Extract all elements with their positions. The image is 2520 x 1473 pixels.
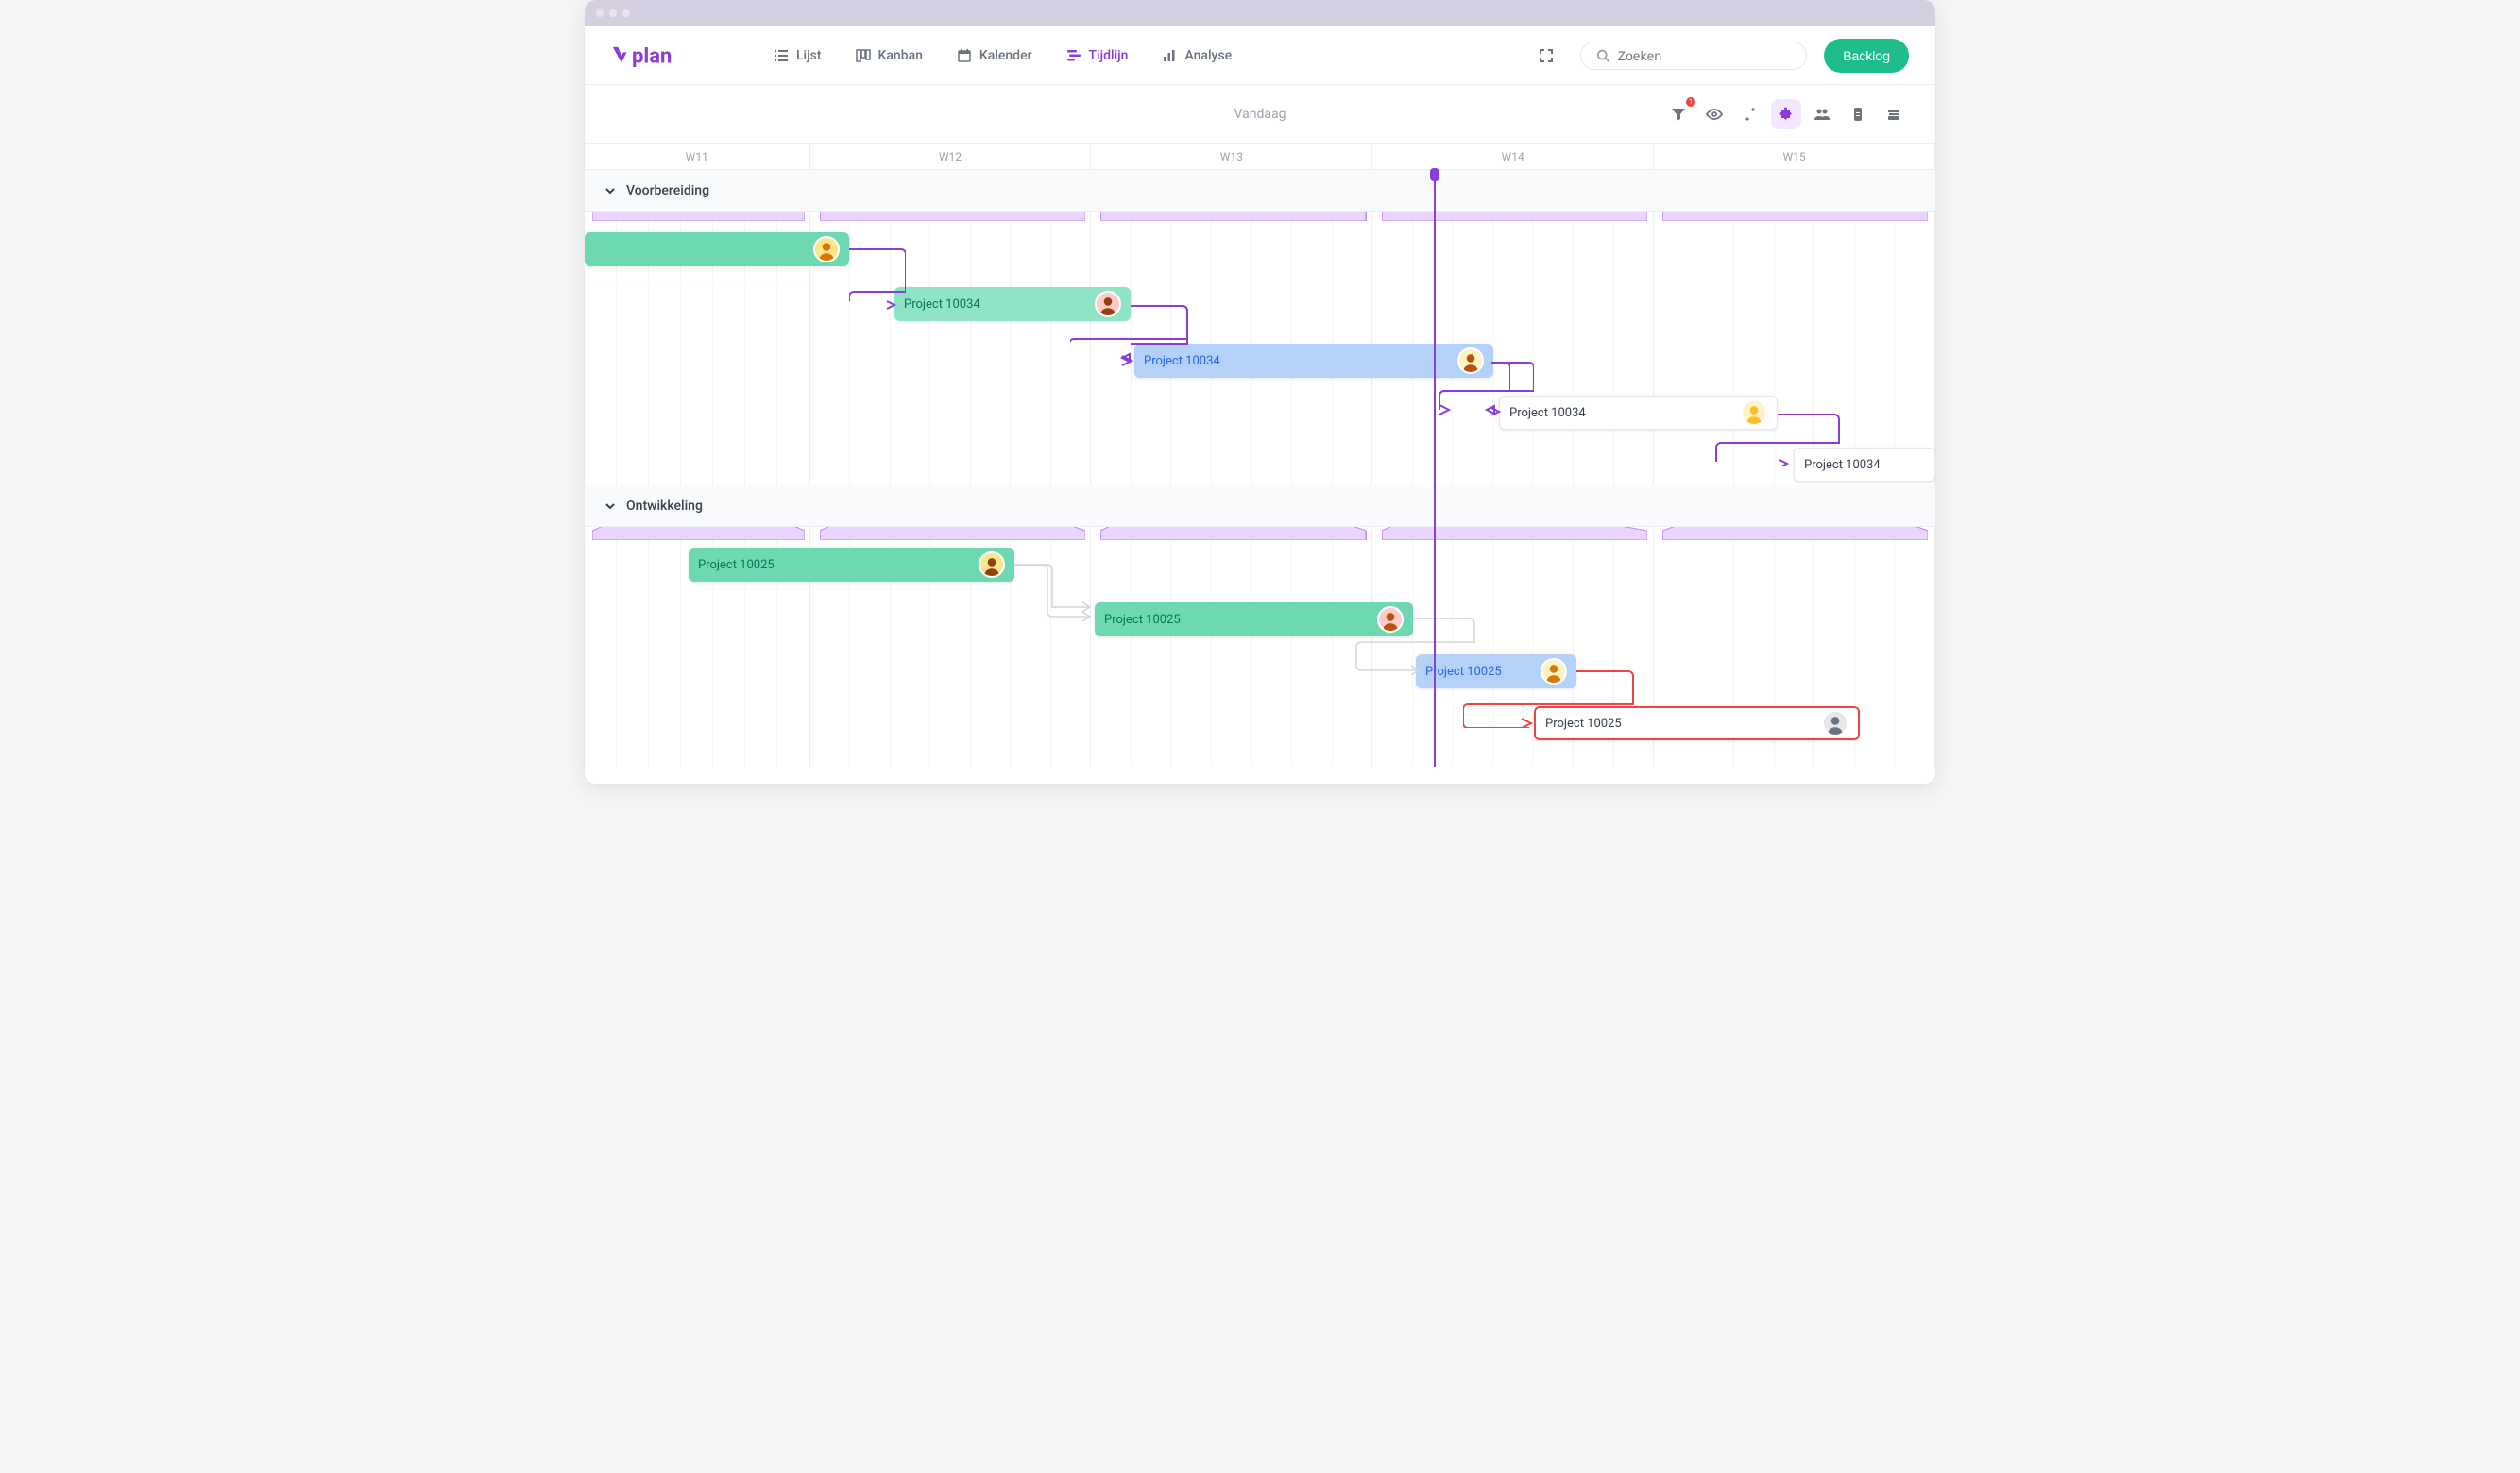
window-minimize-icon[interactable] xyxy=(609,9,617,17)
avatar xyxy=(1741,399,1767,426)
filter-badge: 1 xyxy=(1686,97,1695,107)
week-col-w13: W13 xyxy=(1091,144,1372,169)
group-header-ontwikkeling[interactable]: Ontwikkeling xyxy=(585,485,1935,527)
avatar xyxy=(1822,710,1848,736)
filter-icon xyxy=(1671,107,1686,122)
task-bar[interactable]: Project 10025 xyxy=(1534,706,1860,740)
task-label: Project 10034 xyxy=(904,297,980,312)
task-bar[interactable]: Project 10025 xyxy=(689,548,1014,582)
backlog-button[interactable]: Backlog xyxy=(1824,39,1909,73)
task-bar[interactable]: Project 10034 xyxy=(1499,396,1778,430)
group-title: Voorbereiding xyxy=(626,183,709,198)
toolbar: Vandaag 1 xyxy=(585,85,1935,144)
kanban-icon xyxy=(856,48,871,63)
avatar xyxy=(813,236,840,262)
nav-timeline[interactable]: Tijdlijn xyxy=(1053,41,1142,71)
nav-kanban[interactable]: Kanban xyxy=(843,41,936,71)
window-maximize-icon[interactable] xyxy=(622,9,630,17)
week-col-w12: W12 xyxy=(810,144,1092,169)
task-connector xyxy=(1014,560,1099,621)
filter-button[interactable]: 1 xyxy=(1663,99,1694,129)
avatar xyxy=(1377,606,1404,633)
visibility-button[interactable] xyxy=(1699,99,1729,129)
avatar xyxy=(1541,658,1567,685)
resource-icon xyxy=(1851,107,1864,122)
list-icon xyxy=(774,48,789,63)
archive-icon xyxy=(1886,107,1901,122)
task-bar[interactable]: Project 10025 xyxy=(1095,602,1413,636)
task-bar[interactable]: Project 10034 xyxy=(894,287,1131,321)
task-label: Project 10025 xyxy=(1425,665,1502,679)
puzzle-icon xyxy=(1779,107,1794,122)
task-connector xyxy=(1014,560,1099,621)
week-col-w14: W14 xyxy=(1372,144,1654,169)
chart-icon xyxy=(1162,48,1177,63)
search-icon xyxy=(1596,48,1609,63)
nav-analyse[interactable]: Analyse xyxy=(1149,41,1245,71)
expand-button[interactable] xyxy=(1529,39,1563,73)
resource-button[interactable] xyxy=(1843,99,1873,129)
expand-icon xyxy=(1539,48,1554,63)
tools-button[interactable] xyxy=(1735,99,1765,129)
search-input[interactable] xyxy=(1617,48,1791,63)
eye-icon xyxy=(1706,106,1723,123)
calendar-icon xyxy=(957,48,972,63)
task-bar[interactable]: Project 10034 xyxy=(1134,344,1493,378)
nav-calendar[interactable]: Kalender xyxy=(944,41,1046,71)
plugin-button[interactable] xyxy=(1771,99,1801,129)
chevron-down-icon xyxy=(604,184,617,197)
week-header: W11 W12 W13 W14 W15 xyxy=(585,144,1935,170)
app-header: plan Lijst Kanban Kalender Tijdlijn Anal… xyxy=(585,26,1935,85)
task-label: Project 10025 xyxy=(1545,717,1622,731)
task-label: Project 10034 xyxy=(1509,406,1586,420)
window-close-icon[interactable] xyxy=(596,9,604,17)
app-window: plan Lijst Kanban Kalender Tijdlijn Anal… xyxy=(585,0,1935,784)
logo[interactable]: plan xyxy=(611,42,715,69)
timeline-icon xyxy=(1066,48,1081,63)
nav-list[interactable]: Lijst xyxy=(760,41,835,71)
search-input-container[interactable] xyxy=(1580,42,1807,70)
task-bar[interactable] xyxy=(585,232,849,266)
task-bar[interactable]: Project 10034 xyxy=(1794,448,1935,482)
nav-label: Kanban xyxy=(878,48,923,63)
week-col-w11: W11 xyxy=(585,144,810,169)
group-header-voorbereiding[interactable]: Voorbereiding xyxy=(585,170,1935,212)
archive-button[interactable] xyxy=(1879,99,1909,129)
chevron-down-icon xyxy=(604,499,617,513)
today-label[interactable]: Vandaag xyxy=(1234,107,1286,122)
task-label: Project 10025 xyxy=(698,558,775,572)
today-line xyxy=(1434,170,1436,767)
task-bar[interactable]: Project 10025 xyxy=(1416,654,1576,688)
header-right: Backlog xyxy=(1529,39,1909,73)
avatar xyxy=(979,551,1005,578)
group-title: Ontwikkeling xyxy=(626,499,703,514)
svg-text:plan: plan xyxy=(632,44,672,68)
tools-icon xyxy=(1743,107,1758,122)
toolbar-right: 1 xyxy=(1663,99,1909,129)
task-label: Project 10034 xyxy=(1144,354,1220,368)
team-button[interactable] xyxy=(1807,99,1837,129)
task-label: Project 10034 xyxy=(1804,458,1881,472)
nav-label: Kalender xyxy=(979,48,1032,63)
avatar xyxy=(1095,291,1121,317)
avatar xyxy=(1457,347,1484,374)
timeline-view: W11 W12 W13 W14 W15 Voorbereiding xyxy=(585,144,1935,767)
week-col-w15: W15 xyxy=(1654,144,1935,169)
today-marker xyxy=(1430,168,1439,181)
nav-label: Analyse xyxy=(1184,48,1232,63)
nav-label: Lijst xyxy=(796,48,822,63)
task-label: Project 10025 xyxy=(1104,613,1181,627)
team-icon xyxy=(1813,106,1830,123)
main-nav: Lijst Kanban Kalender Tijdlijn Analyse xyxy=(760,41,1245,71)
nav-label: Tijdlijn xyxy=(1089,48,1129,63)
window-titlebar xyxy=(585,0,1935,26)
